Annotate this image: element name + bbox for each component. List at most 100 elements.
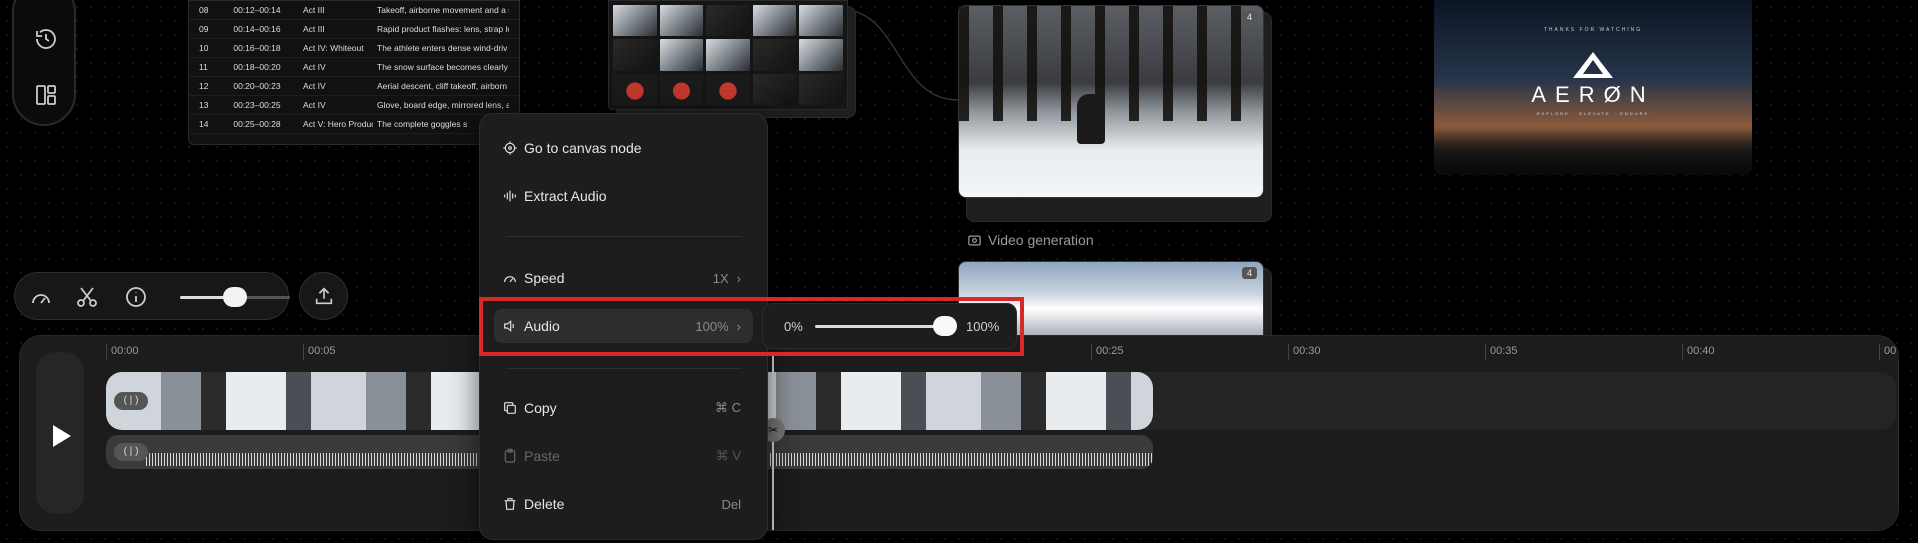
row-description: Rapid product flashes: lens, strap lo — [377, 24, 509, 34]
menu-item-audio[interactable]: Audio 100% › — [494, 309, 753, 343]
export-button[interactable] — [299, 272, 348, 320]
row-time: 00:12–00:14 — [233, 5, 281, 15]
row-act: Act IV — [303, 62, 326, 72]
row-act: Act III — [303, 5, 325, 15]
menu-item-speed[interactable]: Speed 1X › — [494, 261, 753, 295]
copy-icon — [504, 402, 516, 414]
paste-icon — [504, 448, 516, 463]
menu-separator — [506, 368, 742, 369]
row-number: 10 — [199, 43, 209, 53]
table-row: 13 00:23–00:25 Act IV Glove, board edge,… — [189, 96, 519, 115]
end-card-thanks: THANKS FOR WATCHING — [1543, 27, 1643, 33]
volume-slider-track[interactable] — [815, 325, 945, 328]
volume-min-label: 0% — [784, 319, 803, 334]
shortcut-hint: ⌘ C — [715, 400, 741, 415]
ruler-tick: 00:35 — [1485, 344, 1518, 360]
row-act: Act III — [303, 24, 325, 34]
layout-panel-icon[interactable] — [34, 83, 58, 107]
storyboard-grid[interactable] — [608, 0, 848, 110]
table-row: 14 00:25–00:28 Act V: Hero Product The c… — [189, 115, 519, 134]
scissors-icon[interactable] — [75, 285, 99, 309]
snowboarder — [1077, 94, 1105, 144]
menu-item-label: Audio — [524, 318, 560, 334]
play-button[interactable] — [53, 425, 71, 447]
clip-toolbar — [14, 272, 290, 320]
row-time: 00:25–00:28 — [233, 119, 281, 129]
menu-item-label: Paste — [524, 448, 560, 464]
speed-value: 1X — [712, 270, 729, 286]
table-row: 10 00:16–00:18 Act IV: Whiteout The athl… — [189, 39, 519, 58]
menu-item-label: Delete — [524, 496, 565, 512]
audio-trim-handle[interactable]: ( | ) — [114, 443, 148, 461]
variant-count-badge: 4 — [1241, 11, 1257, 23]
row-time: 00:18–00:20 — [233, 62, 281, 72]
row-act: Act IV — [303, 81, 326, 91]
crosshair-icon — [503, 141, 517, 155]
info-icon[interactable] — [124, 285, 148, 309]
row-description: Aerial descent, cliff takeoff, airborn — [377, 81, 508, 91]
zoom-slider-knob[interactable] — [223, 287, 247, 307]
table-row: 09 00:14–00:16 Act III Rapid product fla… — [189, 20, 519, 39]
menu-item-delete[interactable]: Delete Del — [494, 487, 753, 521]
speaker-icon — [504, 320, 515, 332]
table-row: 08 00:12–00:14 Act III Takeoff, airborne… — [189, 1, 519, 20]
trash-icon — [504, 498, 516, 510]
play-pane — [36, 352, 84, 514]
row-description: The athlete enters dense wind-driv — [377, 43, 508, 53]
ruler-tick: 00 — [1879, 344, 1896, 360]
menu-item-label: Copy — [524, 400, 557, 416]
menu-item-paste[interactable]: Paste ⌘ V — [494, 439, 753, 473]
row-time: 00:14–00:16 — [233, 24, 281, 34]
row-act: Act IV — [303, 100, 326, 110]
chevron-right-icon: › — [736, 270, 741, 286]
menu-item-label: Extract Audio — [524, 188, 607, 204]
upload-icon — [315, 287, 333, 305]
ruler-tick: 00:40 — [1682, 344, 1715, 360]
row-number: 14 — [199, 119, 209, 129]
end-card-tagline: EXPLORE · ELEVATE · ENDURE — [1536, 111, 1650, 116]
speed-gauge-icon[interactable] — [29, 285, 53, 309]
row-number: 13 — [199, 100, 209, 110]
end-card-node[interactable]: THANKS FOR WATCHING AERØN EXPLORE · ELEV… — [1434, 0, 1752, 175]
end-card-brand: AERØN — [1531, 82, 1655, 107]
menu-separator — [506, 236, 742, 237]
video-node-forest[interactable]: 4 — [958, 5, 1264, 198]
aeron-logo-icon — [1573, 52, 1613, 78]
row-description: Takeoff, airborne movement and a s — [377, 5, 509, 15]
video-camera-icon — [968, 235, 981, 245]
speed-gauge-icon — [504, 276, 516, 283]
history-icon[interactable] — [34, 27, 58, 51]
audio-volume-submenu: 0% 100% — [762, 303, 1017, 349]
volume-slider-knob[interactable] — [933, 316, 957, 336]
ruler-tick: 00:05 — [303, 344, 336, 360]
row-number: 09 — [199, 24, 209, 34]
menu-item-label: Speed — [524, 270, 565, 286]
row-time: 00:16–00:18 — [233, 43, 281, 53]
shot-list-table[interactable]: 08 00:12–00:14 Act III Takeoff, airborne… — [188, 0, 520, 145]
audio-value: 100% — [695, 318, 729, 334]
row-description: Glove, board edge, mirrored lens, a — [377, 100, 509, 110]
menu-item-copy[interactable]: Copy ⌘ C — [494, 391, 753, 425]
row-time: 00:20–00:23 — [233, 81, 281, 91]
ruler-tick: 00:25 — [1091, 344, 1124, 360]
ruler-tick: 00:00 — [106, 344, 139, 360]
menu-item-extract-audio[interactable]: Extract Audio — [494, 179, 753, 213]
chevron-right-icon: › — [736, 318, 741, 334]
timeline-panel: 00:00 00:05 00:25 00:30 00:35 00:40 00 (… — [19, 335, 1899, 531]
menu-item-go-to-canvas-node[interactable]: Go to canvas node — [494, 131, 753, 165]
left-toolbar — [12, 0, 76, 126]
row-number: 12 — [199, 81, 209, 91]
row-description: The snow surface becomes clearly — [377, 62, 508, 72]
video-generation-text: Video generation — [988, 232, 1094, 248]
playhead[interactable] — [772, 354, 774, 530]
ruler-tick: 00:30 — [1288, 344, 1321, 360]
table-row: 12 00:20–00:23 Act IV Aerial descent, cl… — [189, 77, 519, 96]
row-number: 08 — [199, 5, 209, 15]
row-act: Act IV: Whiteout — [303, 43, 364, 53]
clip-trim-handle[interactable]: ( | ) — [114, 392, 148, 410]
shortcut-hint: Del — [721, 496, 741, 512]
table-row: 11 00:18–00:20 Act IV The snow surface b… — [189, 58, 519, 77]
row-act: Act V: Hero Product — [303, 119, 373, 129]
shortcut-hint: ⌘ V — [715, 448, 741, 463]
volume-max-label: 100% — [966, 319, 1000, 334]
